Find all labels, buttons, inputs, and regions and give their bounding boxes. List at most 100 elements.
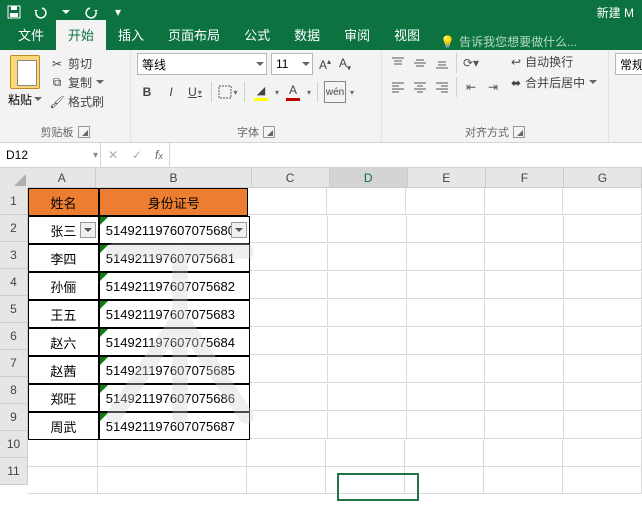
cell[interactable] — [485, 300, 563, 327]
clipboard-dialog-launcher[interactable] — [78, 126, 90, 138]
cancel-formula-button[interactable]: ✕ — [101, 148, 125, 162]
tab-view[interactable]: 视图 — [382, 20, 432, 50]
select-all-button[interactable] — [0, 168, 29, 189]
cell[interactable] — [328, 356, 406, 383]
cell[interactable] — [328, 300, 406, 327]
align-top-button[interactable] — [388, 53, 408, 73]
wrap-text-button[interactable]: ↩ 自动换行 — [511, 53, 597, 70]
italic-button[interactable]: I — [161, 82, 181, 102]
tab-insert[interactable]: 插入 — [106, 20, 156, 50]
cell[interactable] — [98, 440, 247, 467]
cell[interactable] — [98, 467, 247, 494]
cell[interactable]: 赵茜 — [28, 356, 99, 384]
font-size-selector[interactable]: 11 — [271, 53, 313, 75]
cell[interactable]: 514921197607075684 — [99, 328, 250, 356]
align-middle-button[interactable] — [410, 53, 430, 73]
filter-button[interactable] — [231, 222, 247, 238]
decrease-font-button[interactable]: A▾ — [337, 56, 353, 72]
cell[interactable]: 514921197607075686 — [99, 384, 250, 412]
column-header[interactable]: D — [330, 168, 408, 188]
cell[interactable] — [564, 244, 642, 271]
cell[interactable] — [563, 440, 642, 467]
cell[interactable] — [250, 216, 328, 243]
cell[interactable]: 郑旺 — [28, 384, 99, 412]
align-center-button[interactable] — [410, 77, 430, 97]
enter-formula-button[interactable]: ✓ — [125, 148, 149, 162]
cell[interactable]: 514921197607075681 — [99, 244, 250, 272]
font-name-selector[interactable]: 等线 — [137, 53, 267, 75]
filter-button[interactable] — [80, 222, 96, 238]
cell[interactable]: 李四 — [28, 244, 99, 272]
cell[interactable] — [564, 300, 642, 327]
cell[interactable]: 张三 — [28, 216, 99, 244]
column-header[interactable]: F — [486, 168, 564, 188]
format-painter-button[interactable]: 🖌 格式刷 — [50, 93, 104, 110]
tab-review[interactable]: 审阅 — [332, 20, 382, 50]
cell[interactable] — [328, 244, 406, 271]
align-left-button[interactable] — [388, 77, 408, 97]
cell[interactable] — [28, 440, 98, 467]
cell[interactable] — [250, 412, 328, 439]
cell[interactable]: 孙俪 — [28, 272, 99, 300]
tab-formulas[interactable]: 公式 — [232, 20, 282, 50]
cell[interactable] — [407, 328, 485, 355]
row-header[interactable]: 8 — [0, 377, 28, 404]
cell[interactable] — [328, 328, 406, 355]
row-header[interactable]: 9 — [0, 404, 28, 431]
column-header[interactable]: E — [408, 168, 486, 188]
redo-icon[interactable] — [82, 2, 102, 22]
tab-data[interactable]: 数据 — [282, 20, 332, 50]
tab-home[interactable]: 开始 — [56, 20, 106, 50]
qat-dropdown-icon[interactable] — [56, 2, 76, 22]
cell[interactable] — [563, 467, 642, 494]
cell[interactable] — [250, 328, 328, 355]
cell[interactable] — [250, 300, 328, 327]
cell[interactable] — [564, 384, 642, 411]
border-button[interactable]: ▾ — [218, 82, 238, 102]
cell[interactable] — [564, 412, 642, 439]
row-header[interactable]: 4 — [0, 269, 28, 296]
cell[interactable] — [247, 440, 326, 467]
cell[interactable] — [485, 384, 563, 411]
row-header[interactable]: 10 — [0, 431, 28, 458]
row-header[interactable]: 3 — [0, 242, 28, 269]
cell[interactable]: 514921197607075682 — [99, 272, 250, 300]
cell[interactable]: 514921197607075683 — [99, 300, 250, 328]
cell[interactable] — [564, 328, 642, 355]
cell[interactable] — [563, 188, 642, 215]
merge-center-button[interactable]: ⬌ 合并后居中 — [511, 74, 597, 91]
bold-button[interactable]: B — [137, 82, 157, 102]
formula-input[interactable] — [170, 143, 642, 167]
cell[interactable] — [328, 272, 406, 299]
row-header[interactable]: 7 — [0, 350, 28, 377]
cell[interactable]: 514921197607075687 — [99, 412, 250, 440]
cell[interactable] — [407, 412, 485, 439]
cell[interactable] — [328, 412, 406, 439]
cell[interactable]: 身份证号 — [99, 188, 248, 216]
cell[interactable] — [248, 188, 327, 215]
number-format-selector[interactable]: 常规 — [615, 53, 642, 75]
underline-button[interactable]: U▾ — [185, 82, 205, 102]
cell[interactable] — [485, 356, 563, 383]
cell[interactable]: 王五 — [28, 300, 99, 328]
undo-icon[interactable] — [30, 2, 50, 22]
cut-button[interactable]: ✂ 剪切 — [50, 55, 104, 72]
cell[interactable] — [484, 440, 563, 467]
cell[interactable] — [485, 216, 563, 243]
column-header[interactable]: C — [252, 168, 330, 188]
font-color-button[interactable]: A — [283, 82, 303, 102]
tab-page-layout[interactable]: 页面布局 — [156, 20, 232, 50]
row-header[interactable]: 6 — [0, 323, 28, 350]
cell[interactable] — [407, 272, 485, 299]
increase-indent-button[interactable]: ⇥ — [483, 77, 503, 97]
fill-color-button[interactable]: ◢ — [251, 82, 271, 102]
cell[interactable] — [485, 244, 563, 271]
row-header[interactable]: 5 — [0, 296, 28, 323]
cell[interactable] — [407, 244, 485, 271]
cell[interactable] — [407, 216, 485, 243]
decrease-indent-button[interactable]: ⇤ — [461, 77, 481, 97]
row-header[interactable]: 1 — [0, 188, 28, 215]
cell[interactable] — [485, 328, 563, 355]
phonetic-button[interactable]: wén — [324, 81, 346, 103]
cell[interactable] — [407, 384, 485, 411]
